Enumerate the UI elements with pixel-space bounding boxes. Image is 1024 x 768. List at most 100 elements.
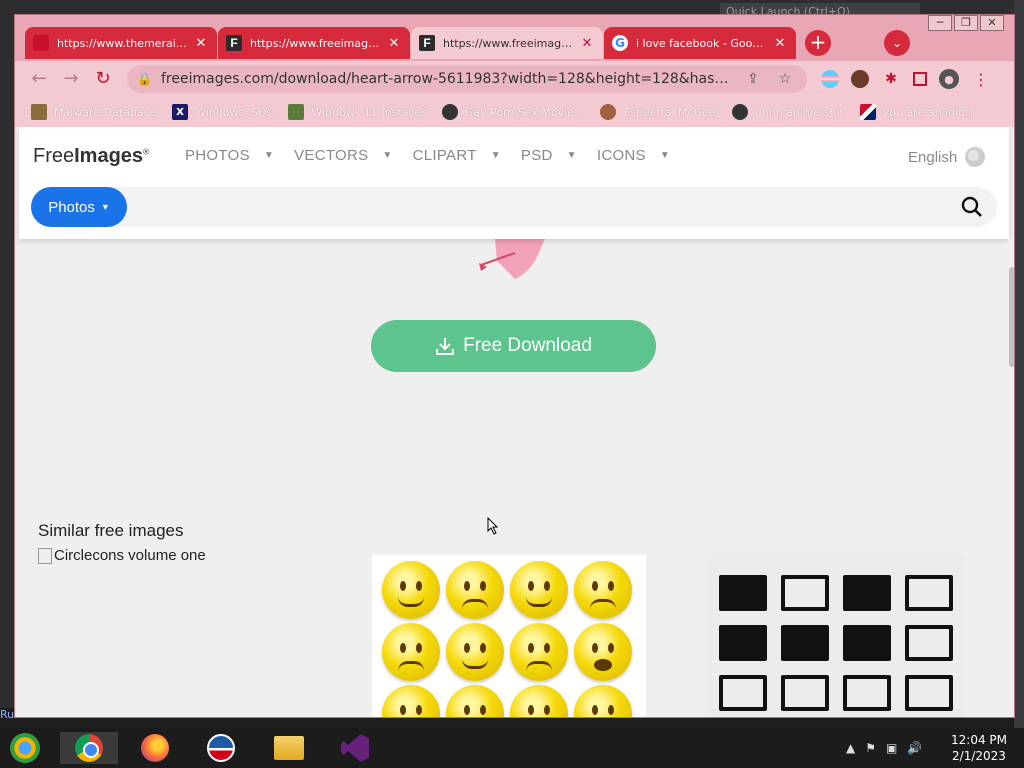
search-icon[interactable] (961, 196, 983, 218)
chevron-down-icon: ▼ (659, 150, 671, 161)
heart-eyes-face (446, 623, 504, 681)
site-icon (441, 104, 458, 120)
heart-eyes-face (510, 561, 568, 619)
anime-icon (731, 104, 748, 120)
back-button[interactable]: ← (27, 67, 51, 91)
sad-face (446, 561, 504, 619)
scrollbar-thumb[interactable] (1009, 267, 1014, 367)
at-sign-icon (905, 575, 953, 611)
chevron-down-icon: ▼ (382, 150, 393, 161)
download-box-icon (781, 625, 829, 661)
avatar-extension-icon[interactable] (851, 70, 869, 88)
obama-icon (207, 734, 235, 762)
start-button[interactable] (8, 732, 42, 764)
chevron-down-icon: ▼ (566, 150, 577, 161)
tab-close-icon[interactable]: ✕ (386, 36, 402, 51)
smiley-face (382, 561, 440, 619)
bookmark-site[interactable]: Gay Porn Sex Movie... (441, 104, 584, 120)
mail-in-icon (781, 675, 829, 711)
side-panel-icon[interactable] (913, 72, 927, 86)
address-bar[interactable]: 🔒 freeimages.com/download/heart-arrow-56… (127, 65, 807, 93)
taskbar-file-explorer[interactable] (272, 732, 306, 764)
language-selector[interactable]: English (908, 147, 986, 167)
broken-image-alt: Circlecons volume one (54, 547, 206, 564)
nav-photos[interactable]: PHOTOS ▼ (185, 147, 274, 164)
nav-vectors[interactable]: VECTORS ▼ (294, 147, 393, 164)
youtube-icon (33, 35, 49, 51)
grimace-face (510, 623, 568, 681)
tab-title: https://www.freeimages. (443, 36, 575, 50)
chevron-down-icon: ▼ (490, 150, 501, 161)
run-label: Ru (0, 708, 14, 728)
nav-icons[interactable]: ICONS ▼ (597, 147, 670, 164)
mail-out-icon (843, 675, 891, 711)
flag-icon[interactable]: ⚑ (865, 741, 876, 755)
profile-icon[interactable]: ● (939, 69, 959, 89)
nav-psd[interactable]: PSD ▼ (521, 147, 577, 164)
gender-icon (905, 625, 953, 661)
search-category-dropdown[interactable]: Photos ▼ (31, 187, 127, 227)
tray-expand-icon[interactable]: ▲ (846, 741, 855, 755)
freeimages-icon: F (226, 35, 242, 51)
volume-icon[interactable]: 🔊 (907, 741, 922, 755)
tab-close-icon[interactable]: ✕ (772, 36, 788, 51)
freeimages-icon: F (419, 35, 435, 51)
emoji-thumbnail[interactable] (372, 555, 646, 717)
minimize-button[interactable]: ─ (928, 15, 952, 31)
bookmark-windows-isos[interactable]: X Windows ISOs (172, 104, 272, 120)
tab-search-button[interactable]: ⌄ (884, 30, 910, 56)
freeimages-logo[interactable]: FreeImages® (33, 145, 149, 168)
broken-image-link[interactable]: Circlecons volume one (38, 547, 206, 564)
trans-flag-extension-icon[interactable] (821, 70, 839, 88)
mouse-cursor-icon (487, 517, 499, 535)
close-window-button[interactable]: ✕ (980, 15, 1004, 31)
bookmark-espectral-mcgee[interactable]: Espectral McGee (600, 104, 716, 120)
url-text[interactable]: freeimages.com/download/heart-arrow-5611… (161, 71, 733, 87)
lock-icon[interactable]: 🔒 (137, 72, 153, 86)
tab-google-search[interactable]: G i love facebook - Google ✕ (604, 27, 796, 59)
surprised-face (574, 623, 632, 681)
network-icon[interactable]: ▣ (886, 741, 897, 755)
tab-close-icon[interactable]: ✕ (193, 36, 209, 51)
firefox-icon (141, 734, 169, 762)
broken-image-icon (38, 547, 52, 564)
system-clock[interactable]: 12:04 PM 2/1/2023 (944, 732, 1014, 764)
taskbar-chrome[interactable] (60, 732, 118, 764)
tab-freeimages-1[interactable]: F https://www.freeimages. ✕ (218, 27, 410, 59)
x-icon: X (172, 104, 189, 120)
bookmark-star-icon[interactable]: ☆ (773, 71, 797, 87)
restore-button[interactable]: ❐ (954, 15, 978, 31)
icons-thumbnail[interactable] (705, 555, 963, 717)
free-download-label: Free Download (463, 335, 592, 356)
shocked-face (382, 685, 440, 717)
avatar-icon (600, 104, 617, 120)
bookmark-malware-database[interactable]: Malware Database (31, 104, 156, 120)
tab-close-icon[interactable]: ✕ (579, 36, 595, 51)
taskbar-obama[interactable] (204, 732, 238, 764)
start-orb-icon (10, 733, 40, 763)
malware-icon (31, 104, 47, 120)
search-input[interactable] (135, 191, 935, 223)
free-download-button[interactable]: Free Download (371, 320, 656, 372)
tab-freeimages-active[interactable]: F https://www.freeimages. ✕ (411, 27, 603, 59)
browser-toolbar: ← → ↻ 🔒 freeimages.com/download/heart-ar… (15, 61, 1014, 97)
new-tab-button[interactable]: + (805, 30, 831, 56)
taskbar-visual-studio[interactable] (338, 732, 372, 764)
chrome-menu-icon[interactable]: ⋮ (971, 69, 991, 89)
bookmarks-bar: Malware Database X Windows ISOs Windows 1… (15, 97, 1014, 127)
heart-arrow-image[interactable] (475, 239, 555, 279)
bookmark-windows-11-installer[interactable]: Windows 11 Installer (288, 104, 426, 120)
similar-images-heading: Similar free images (38, 521, 184, 540)
desktop-right-strip (1014, 0, 1024, 728)
nav-clipart[interactable]: CLIPART ▼ (413, 147, 501, 164)
share-icon[interactable]: ⇪ (741, 71, 765, 87)
extensions-puzzle-icon[interactable]: ✱ (881, 69, 901, 89)
extensions-bar: ✱ ● ⋮ (821, 69, 991, 89)
bookmark-you-are-an-idiot[interactable]: you are an idiot! (859, 104, 974, 120)
forward-button[interactable]: → (59, 67, 83, 91)
clock-date: 2/1/2023 (952, 749, 1006, 763)
bookmark-anime[interactable]: uhhh anime shit (731, 104, 844, 120)
reload-button[interactable]: ↻ (91, 67, 115, 91)
taskbar-firefox[interactable] (138, 732, 172, 764)
tab-themeraider[interactable]: https://www.themeraide ✕ (25, 27, 217, 59)
